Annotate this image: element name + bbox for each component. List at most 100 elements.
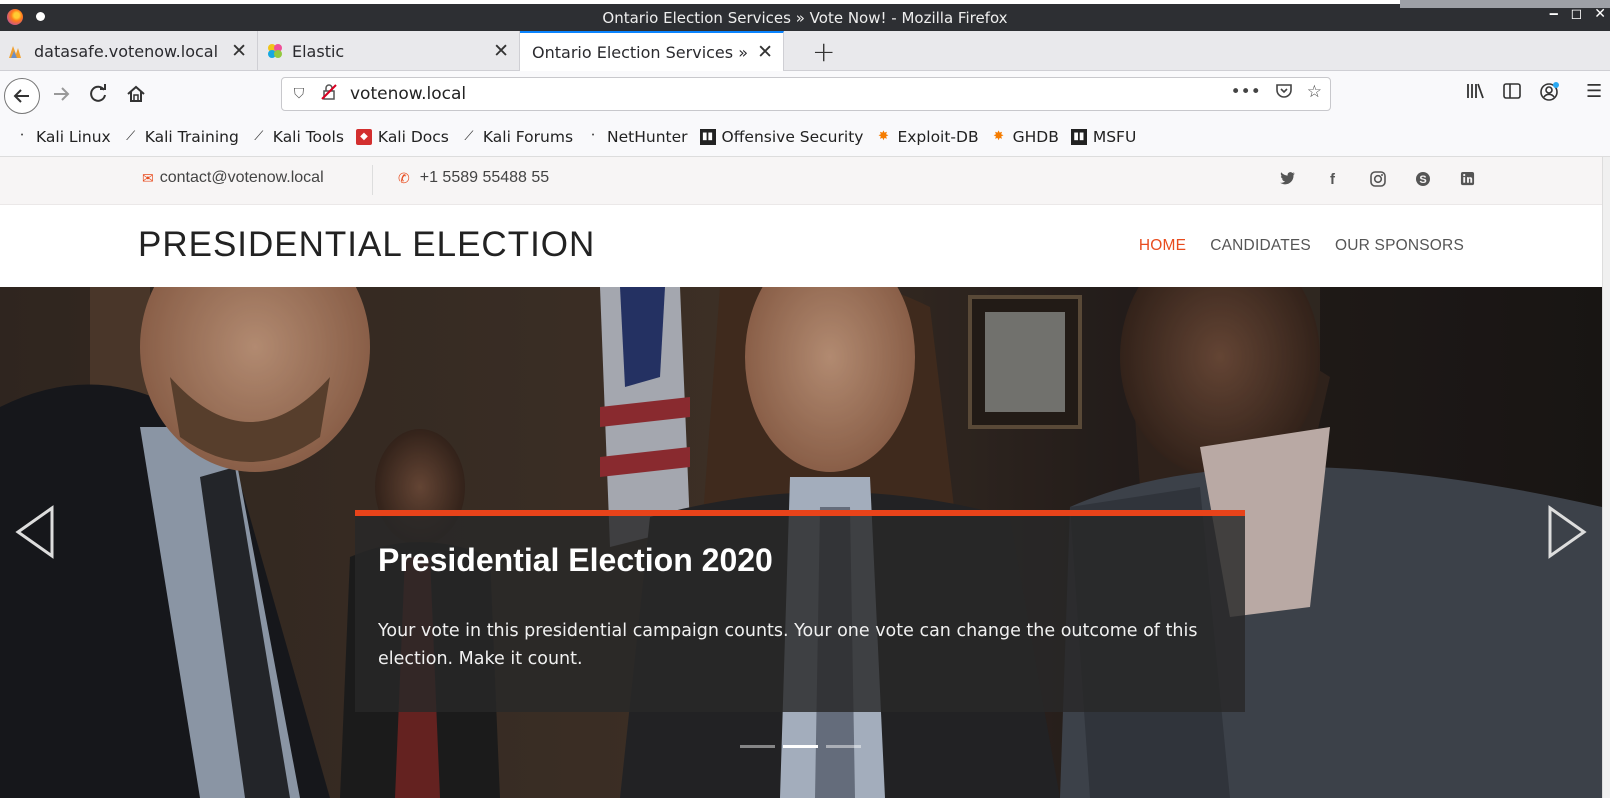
window-titlebar: Ontario Election Services » Vote Now! - … (0, 0, 1610, 31)
new-tab-button[interactable]: + (812, 35, 835, 68)
nav-candidates[interactable]: CANDIDATES (1210, 237, 1311, 255)
tab-elastic[interactable]: Elastic ✕ (258, 31, 520, 71)
reload-icon (90, 84, 106, 102)
site-brand[interactable]: PRESIDENTIAL ELECTION (138, 225, 595, 265)
hero-text: Your vote in this presidential campaign … (378, 621, 1198, 669)
library-glyph (1467, 83, 1484, 99)
pocket-glyph (1275, 84, 1292, 98)
tracking-shield-icon[interactable]: ⛉ (290, 86, 308, 102)
menu-icon[interactable]: ☰ (1586, 81, 1602, 102)
page-actions-icon[interactable]: ••• (1231, 82, 1261, 105)
kali-docs-icon: ◆ (355, 128, 372, 145)
bookmark-label: MSFU (1092, 127, 1137, 146)
sidebar-glyph (1503, 83, 1521, 99)
linkedin-icon[interactable] (1445, 171, 1490, 191)
kali-dragon-icon: ᛫ (18, 129, 26, 144)
home-button[interactable] (119, 77, 153, 111)
instagram-icon[interactable] (1355, 171, 1400, 191)
main-nav: HOME CANDIDATES OUR SPONSORS (1139, 237, 1464, 255)
bookmark-kali-docs[interactable]: ◆ Kali Docs (355, 127, 449, 146)
carousel-indicator-3[interactable] (826, 745, 861, 748)
carousel-prev-arrow-icon[interactable] (12, 502, 56, 562)
close-window-button[interactable]: ✕ (1594, 6, 1606, 22)
url-bar-actions: ••• ☆ (1231, 82, 1322, 105)
hero-caption: Presidential Election 2020 Your vote in … (355, 510, 1245, 712)
maximize-button[interactable]: ◻ (1571, 6, 1583, 22)
bookmark-offensive-security[interactable]: ▮▮ Offensive Security (699, 128, 863, 146)
bookmark-label: GHDB (1012, 127, 1059, 146)
bookmark-label: NetHunter (607, 127, 688, 146)
nav-our-sponsors[interactable]: OUR SPONSORS (1335, 237, 1464, 255)
account-glyph (1540, 82, 1559, 101)
window-title: Ontario Election Services » Vote Now! - … (602, 9, 1008, 27)
kali-dragon-icon: ᛫ (589, 129, 597, 144)
window-controls: ‒ ◻ ✕ (1549, 6, 1606, 22)
tab-votenow[interactable]: Ontario Election Services » Vo ✕ (520, 31, 784, 71)
tab-label: datasafe.votenow.local / lo (34, 41, 221, 61)
instagram-glyph (1369, 171, 1386, 187)
tab-label: Ontario Election Services » Vo (532, 42, 748, 62)
carousel-indicator-2[interactable] (783, 745, 818, 748)
bookmark-exploit-db[interactable]: ✸ Exploit-DB (875, 128, 979, 146)
site-topbar: ✉ contact@votenow.local ✆ +1 5589 55488 … (0, 157, 1602, 205)
exploit-db-icon: ✸ (878, 129, 889, 144)
insecure-lock-glyph (321, 84, 337, 100)
bookmark-kali-linux[interactable]: ᛫ Kali Linux (14, 128, 111, 146)
reload-button[interactable] (82, 77, 116, 111)
tab-datasafe[interactable]: datasafe.votenow.local / lo ✕ (0, 31, 258, 71)
bookmark-kali-forums[interactable]: ⟋ Kali Forums (461, 128, 573, 146)
bookmark-label: Kali Training (144, 127, 239, 146)
elastic-icon (268, 44, 282, 58)
bookmark-nethunter[interactable]: ᛫ NetHunter (585, 127, 688, 146)
phpmyadmin-icon (9, 46, 21, 58)
page-scrollbar[interactable] (1602, 157, 1610, 798)
bookmark-ghdb[interactable]: ✸ GHDB (991, 128, 1059, 146)
close-tab-icon[interactable]: ✕ (757, 41, 773, 63)
insecure-lock-icon[interactable] (320, 84, 338, 104)
envelope-icon: ✉ (142, 169, 154, 186)
library-icon[interactable] (1465, 81, 1485, 106)
contact-phone: ✆ +1 5589 55488 55 (398, 169, 549, 187)
offsec-icon: ▮▮ (1070, 128, 1087, 145)
bookmark-kali-tools[interactable]: ⟋ Kali Tools (251, 128, 344, 146)
phone-text: +1 5589 55488 55 (419, 169, 550, 186)
bookmark-label: Kali Tools (272, 127, 344, 146)
nav-home[interactable]: HOME (1139, 237, 1186, 255)
carousel-indicator-1[interactable] (740, 745, 775, 748)
hero-title: Presidential Election 2020 (378, 542, 773, 578)
site-header: PRESIDENTIAL ELECTION HOME CANDIDATES OU… (0, 205, 1602, 287)
url-text[interactable]: votenow.local (350, 84, 466, 104)
minimize-button[interactable]: ‒ (1549, 6, 1559, 22)
bookmark-label: Kali Docs (377, 127, 449, 146)
bookmark-star-icon[interactable]: ☆ (1307, 82, 1322, 105)
tab-bar: datasafe.votenow.local / lo ✕ Elastic ✕ … (0, 31, 1610, 71)
twitter-icon[interactable] (1265, 171, 1310, 191)
url-bar[interactable]: ⛉ votenow.local ••• ☆ (281, 77, 1331, 111)
tab-label: Elastic (292, 41, 345, 61)
bookmark-label: Kali Linux (36, 127, 111, 146)
carousel-indicators (740, 745, 861, 748)
bookmark-label: Kali Forums (482, 127, 574, 146)
offsec-icon: ▮▮ (699, 128, 716, 145)
close-tab-icon[interactable]: ✕ (493, 40, 509, 62)
kali-icon: ⟋ (126, 129, 136, 144)
sidebar-icon[interactable] (1502, 81, 1522, 106)
facebook-icon[interactable]: f (1310, 171, 1355, 191)
twitter-glyph (1280, 172, 1295, 185)
bookmark-kali-training[interactable]: ⟋ Kali Training (123, 128, 239, 146)
contact-email[interactable]: ✉ contact@votenow.local (142, 169, 324, 187)
hero-carousel: Presidential Election 2020 Your vote in … (0, 287, 1602, 798)
back-button[interactable] (4, 78, 40, 114)
pocket-icon[interactable] (1275, 82, 1293, 105)
social-links: f S (1265, 171, 1490, 191)
phone-icon: ✆ (398, 169, 410, 186)
back-arrow-icon (13, 89, 29, 103)
account-icon[interactable] (1539, 81, 1561, 108)
close-tab-icon[interactable]: ✕ (231, 40, 247, 62)
kali-icon: ⟋ (254, 129, 264, 144)
skype-icon[interactable]: S (1400, 171, 1445, 191)
carousel-next-arrow-icon[interactable] (1546, 502, 1590, 562)
email-text[interactable]: contact@votenow.local (160, 169, 324, 187)
forward-button[interactable] (44, 77, 78, 111)
bookmark-msfu[interactable]: ▮▮ MSFU (1070, 127, 1137, 146)
